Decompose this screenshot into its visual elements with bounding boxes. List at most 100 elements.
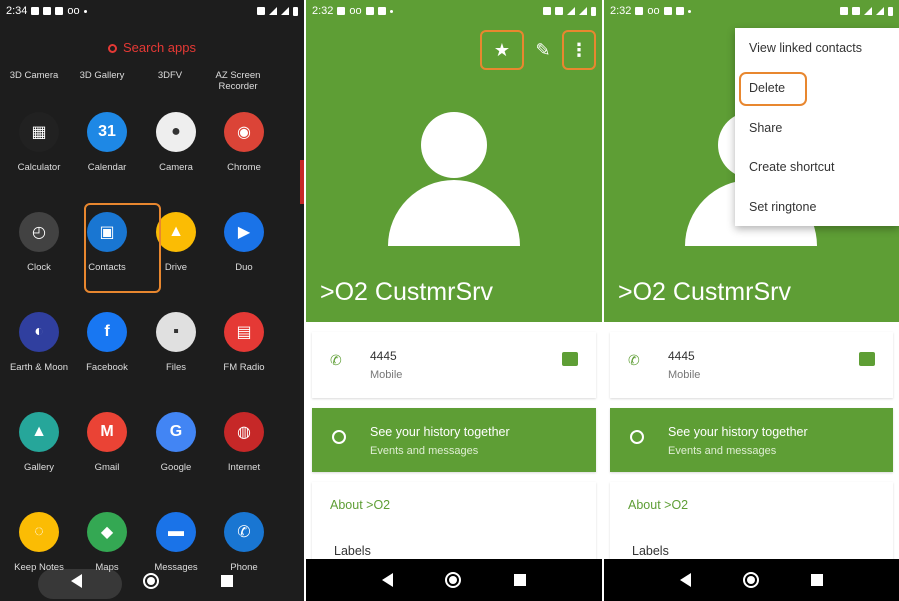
cast-icon — [543, 7, 551, 15]
screens-composite: 2:34 oo Search apps 3D Camera 3D Gallery… — [0, 0, 899, 601]
contact-header: 2:32 oo ★ ✎ ⋮ >O2 CustmrSrv — [306, 0, 602, 322]
home-button[interactable] — [143, 573, 160, 589]
more-notifications-icon — [687, 9, 691, 13]
app-icon-gallery[interactable]: ▲ Gallery — [5, 412, 73, 473]
app-label: Gmail — [94, 462, 120, 473]
menu-item-share[interactable]: Share — [749, 121, 782, 135]
message-icon[interactable] — [859, 352, 875, 366]
labels-row[interactable]: Labels — [334, 544, 371, 558]
app-icon-google[interactable]: G Google — [142, 412, 210, 473]
app-label[interactable]: 3D Gallery — [68, 70, 136, 92]
home-button[interactable] — [445, 572, 462, 588]
more-options-button[interactable]: ⋮ — [562, 30, 596, 70]
gmail-icon: M — [87, 412, 127, 452]
wifi-icon — [864, 7, 872, 15]
menu-item-set-ringtone[interactable]: Set ringtone — [749, 200, 816, 214]
notification-icon — [43, 7, 52, 15]
vibrate-icon — [852, 7, 860, 15]
more-notifications-icon — [389, 9, 393, 13]
avatar-body — [388, 180, 520, 246]
recents-button[interactable] — [811, 574, 823, 586]
app-icon-earth-moon[interactable]: ◐ Earth & Moon — [5, 312, 73, 373]
drive-icon: ▲ — [156, 212, 196, 252]
app-label[interactable]: AZ Screen Recorder — [204, 70, 272, 92]
app-icon-duo[interactable]: ▶ Duo — [210, 212, 278, 273]
app-icon-clock[interactable]: ◴ Clock — [5, 212, 73, 273]
app-label: FM Radio — [223, 362, 265, 373]
history-title: See your history together — [370, 425, 510, 439]
labels-row[interactable]: Labels — [632, 544, 669, 558]
menu-item-delete[interactable]: Delete — [749, 81, 785, 95]
earth-moon-icon: ◐ — [19, 312, 59, 352]
gallery-icon: ▲ — [19, 412, 59, 452]
status-time: 2:34 — [6, 5, 28, 17]
app-label: Clock — [27, 262, 51, 273]
messages-icon: ▬ — [156, 512, 196, 552]
app-icon-facebook[interactable]: f Facebook — [73, 312, 141, 373]
app-label[interactable]: 3D Camera — [0, 70, 68, 92]
status-time: 2:32 — [312, 5, 334, 17]
voicemail-icon: oo — [349, 5, 362, 17]
app-label: Files — [165, 362, 187, 373]
message-icon[interactable] — [562, 352, 578, 366]
phone-icon: ✆ — [330, 352, 342, 368]
app-icon-fm-radio[interactable]: ▤ FM Radio — [210, 312, 278, 373]
chrome-icon: ◉ — [224, 112, 264, 152]
contacts-highlight — [84, 203, 161, 293]
scrollbar[interactable] — [300, 160, 304, 204]
notification-icon — [635, 7, 644, 15]
app-label: Gallery — [23, 462, 55, 473]
top-app-row: 3D Camera 3D Gallery 3DFV AZ Screen Reco… — [0, 70, 290, 92]
app-drawer-screen: 2:34 oo Search apps 3D Camera 3D Gallery… — [0, 0, 304, 601]
app-icon-gmail[interactable]: M Gmail — [73, 412, 141, 473]
back-button[interactable] — [680, 573, 691, 587]
calendar-icon: 31 — [87, 112, 127, 152]
recents-button[interactable] — [221, 575, 234, 587]
phone-number: 4445 — [668, 349, 695, 363]
more-notifications-icon — [83, 9, 87, 13]
maps-icon: ◆ — [87, 512, 127, 552]
history-card[interactable]: See your history together Events and mes… — [312, 408, 596, 472]
more-vert-icon: ⋮ — [570, 39, 588, 60]
search-apps[interactable]: Search apps — [0, 40, 304, 55]
voicemail-icon: oo — [67, 5, 80, 17]
voicemail-icon: oo — [647, 5, 660, 17]
app-icon-chrome[interactable]: ◉ Chrome — [210, 112, 278, 173]
app-icon-calculator[interactable]: ▦ Calculator — [5, 112, 73, 173]
star-icon: ★ — [493, 39, 511, 60]
battery-icon — [888, 6, 893, 16]
app-icon-internet[interactable]: ◍ Internet — [210, 412, 278, 473]
notification-icon — [365, 7, 374, 15]
signal-icon — [281, 7, 289, 15]
app-label: Google — [160, 462, 192, 473]
wifi-icon — [269, 7, 277, 15]
phone-card[interactable]: ✆ 4445 Mobile — [312, 332, 596, 398]
back-pill — [38, 569, 122, 599]
app-label: Facebook — [86, 362, 128, 373]
status-bar: 2:34 oo — [0, 0, 304, 22]
menu-item-view-linked-contacts[interactable]: View linked contacts — [749, 41, 862, 55]
phone-card[interactable]: ✆ 4445 Mobile — [610, 332, 893, 398]
duo-icon: ▶ — [224, 212, 264, 252]
history-subtitle: Events and messages — [668, 445, 777, 457]
home-button[interactable] — [743, 572, 759, 588]
recents-button[interactable] — [513, 574, 526, 586]
menu-item-create-shortcut[interactable]: Create shortcut — [749, 160, 834, 174]
notification-icon — [55, 7, 64, 15]
edit-button[interactable]: ✎ — [530, 30, 556, 70]
app-label[interactable]: 3DFV — [136, 70, 204, 92]
files-icon: ▪ — [156, 312, 196, 352]
favorite-button[interactable]: ★ — [480, 30, 524, 70]
history-card[interactable]: See your history together Events and mes… — [610, 408, 893, 472]
about-card: About >O2 Labels — [312, 482, 596, 566]
camera-icon: ● — [156, 112, 196, 152]
navigation-bar — [0, 561, 304, 601]
about-heading: About >O2 — [330, 498, 391, 512]
phone-type: Mobile — [668, 369, 701, 381]
app-icon-calendar[interactable]: 31 Calendar — [73, 112, 141, 173]
app-icon-camera[interactable]: ● Camera — [142, 112, 210, 173]
back-button[interactable] — [382, 573, 394, 587]
notification-icon — [377, 7, 386, 15]
app-icon-files[interactable]: ▪ Files — [142, 312, 210, 373]
status-time: 2:32 — [610, 5, 632, 17]
